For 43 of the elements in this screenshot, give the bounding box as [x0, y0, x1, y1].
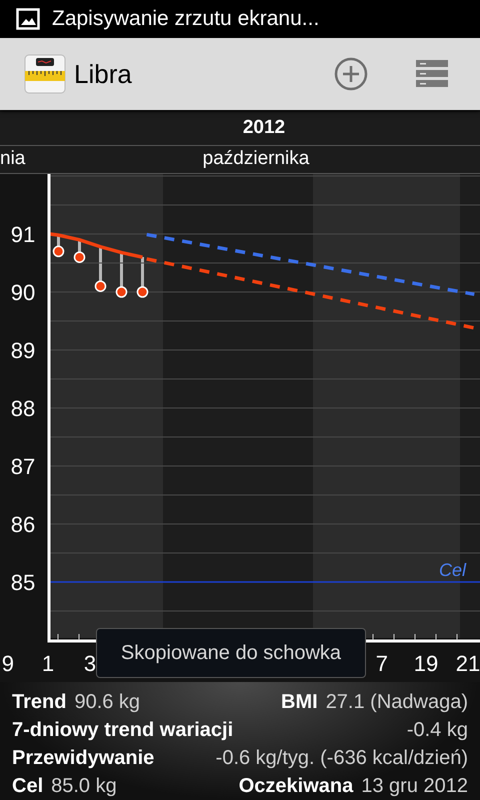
scale-icon	[24, 54, 66, 94]
stat-value: 13 gru 2012	[361, 774, 468, 799]
x-tick-label: 19	[414, 651, 438, 676]
y-tick-label: 88	[10, 396, 36, 421]
stat-label: Oczekiwana	[238, 774, 354, 799]
app-title: Libra	[74, 58, 133, 90]
weight-point	[94, 280, 106, 292]
y-tick-label: 89	[10, 338, 36, 363]
stat-label: Trend	[12, 690, 66, 715]
weight-point	[74, 251, 86, 263]
stat-value: 85.0 kg	[51, 774, 117, 799]
x-tick-label: 21	[456, 651, 480, 676]
stat-label: BMI	[281, 690, 318, 715]
stat-label: 7-dniowy trend wariacji	[12, 718, 234, 743]
stat-value: -0.6 kg/tyg. (-636 kcal/dzień)	[216, 746, 468, 771]
y-tick-label: 91	[10, 222, 36, 247]
menu-icon	[416, 60, 448, 88]
y-tick-label: 90	[10, 280, 36, 305]
stat-value: -0.4 kg	[406, 718, 468, 743]
add-icon	[334, 57, 368, 91]
y-tick-label: 86	[10, 512, 36, 537]
y-tick-label: 87	[10, 454, 36, 479]
add-button[interactable]	[334, 57, 368, 91]
x-tick-label: 9	[2, 651, 14, 676]
weight-point	[116, 286, 128, 298]
month-label: października	[202, 147, 310, 172]
menu-button[interactable]	[416, 60, 448, 88]
goal-label: Cel	[438, 560, 466, 580]
toast-text: Skopiowane do schowka	[120, 641, 342, 666]
weight-point	[52, 246, 64, 258]
x-tick-label: 7	[376, 651, 388, 676]
year-label: 2012	[242, 116, 286, 140]
stat-value: 27.1 (Nadwaga)	[326, 690, 468, 715]
notification-text: Zapisywanie zrzutu ekranu...	[52, 6, 320, 32]
x-tick-label: 1	[42, 651, 54, 676]
month-label: nia	[0, 147, 26, 172]
image-icon	[16, 8, 40, 30]
stat-value: 90.6 kg	[74, 690, 140, 715]
weight-point	[136, 286, 148, 298]
y-tick-label: 85	[10, 570, 36, 595]
stat-label: Cel	[12, 774, 44, 799]
stat-label: Przewidywanie	[12, 746, 154, 771]
x-tick-label: 3	[84, 651, 96, 676]
